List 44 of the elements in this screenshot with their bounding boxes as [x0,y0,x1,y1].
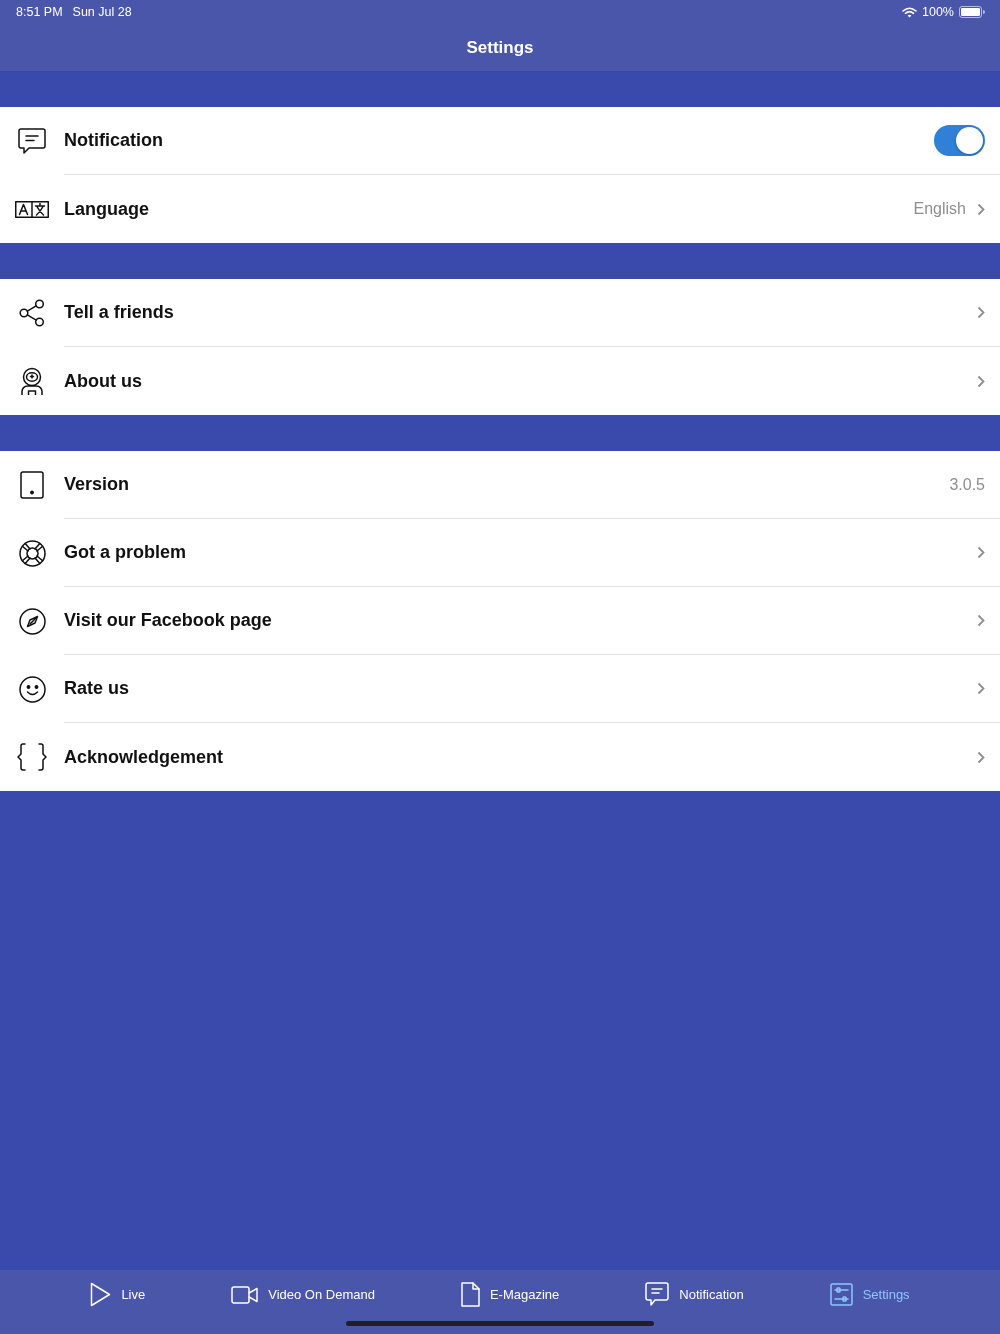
battery-percent: 100% [922,5,954,19]
tab-item[interactable]: Settings [829,1283,910,1306]
chevron-icon [977,682,985,695]
wifi-icon [902,6,917,18]
translate-icon [15,200,49,218]
braces-icon [17,743,47,771]
chevron-icon [977,374,985,388]
tab-item[interactable]: E-Magazine [460,1282,560,1307]
battery-icon [959,6,985,18]
row-value: 3.0.5 [949,475,985,494]
lifebuoy-icon [18,539,46,567]
chevron-icon [977,614,985,627]
tab-item[interactable]: Video On Demand [231,1285,375,1304]
chevron-icon [977,546,985,559]
tab-item[interactable]: Notification [645,1282,744,1307]
play-icon [90,1282,112,1307]
tablet-icon [20,471,44,499]
row-label: Acknowledgement [64,746,224,768]
status-date: Sun Jul 28 [72,5,132,19]
share-icon [19,299,45,327]
row-label: Notification [64,130,163,151]
chevron-icon [977,202,985,216]
chat-icon [18,128,46,154]
video-camera-icon [231,1285,259,1304]
status-time: 8:51 PM [16,5,63,19]
row-label: Rate us [64,678,130,699]
sliders-icon [829,1283,853,1306]
compass-icon [18,607,46,635]
document-icon [460,1282,480,1307]
nav-title: Settings [466,37,534,58]
chat-icon [645,1282,670,1307]
row-value: English [913,200,966,218]
smiley-icon [18,675,46,703]
row-label: Visit our Facebook page [64,610,272,631]
row-label: About us [64,370,142,392]
chevron-icon [977,750,985,764]
astronaut-icon [19,367,45,395]
row-label: Got a problem [64,542,186,563]
row-label: Language [64,198,149,220]
chevron-icon [977,306,985,319]
row-label: Version [64,474,130,495]
tab-item[interactable]: Live [90,1282,146,1307]
notification-toggle[interactable] [934,125,985,156]
row-label: Tell a friends [64,302,174,323]
